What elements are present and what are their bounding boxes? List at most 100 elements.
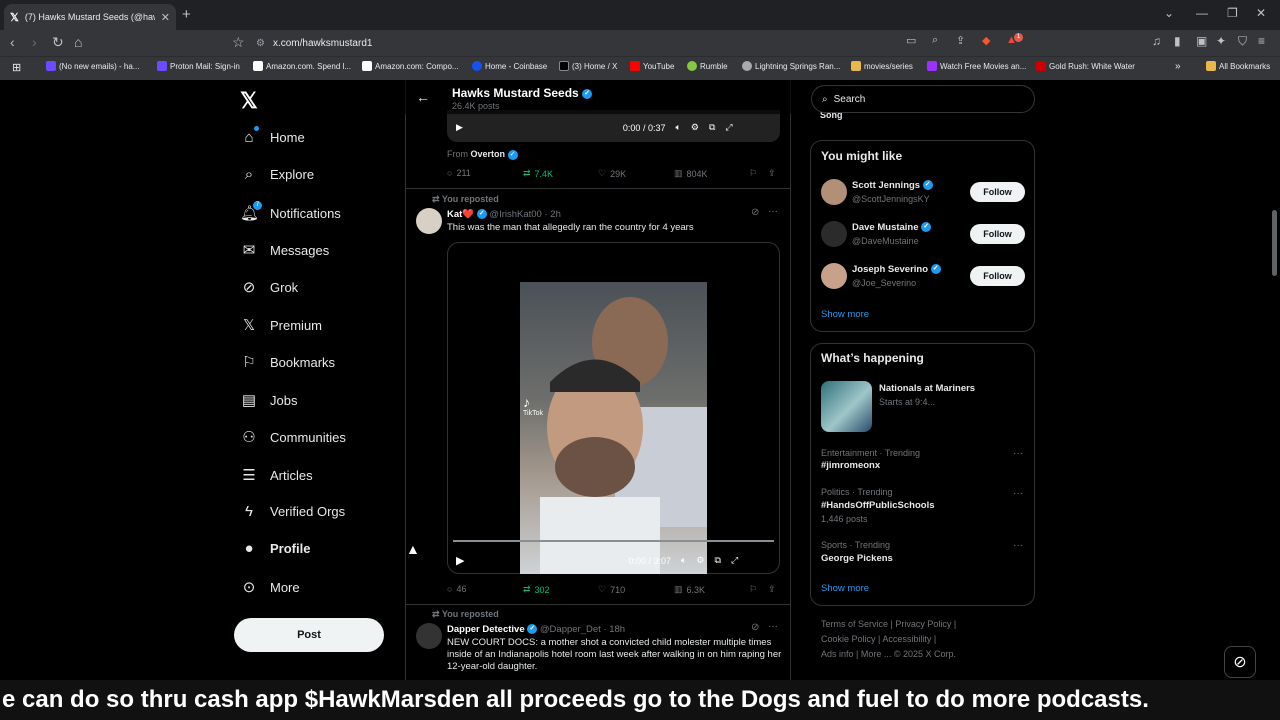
trend-topic[interactable]: #jimromeonx [821,460,880,471]
post-button[interactable]: Post [234,618,384,652]
more-dots-icon[interactable]: ··· [1013,540,1023,551]
bookmark-icon[interactable]: ⚐ [749,168,757,179]
nav-home[interactable]: ⌂ Home [240,129,304,146]
bookmark-item[interactable]: Proton Mail: Sign-in [157,61,240,71]
zoom-icon[interactable]: ⌕ [932,34,938,47]
settings-icon[interactable]: ⚙ [696,555,704,566]
tab-search-icon[interactable]: ⌄ [1164,6,1174,20]
follow-button[interactable]: Follow [970,224,1025,244]
nav-communities[interactable]: ⚇ Communities [240,428,346,446]
like-button[interactable]: ♡ 29K [598,168,626,179]
reply-button[interactable]: ○ 211 [447,168,471,178]
page-scrollbar[interactable] [1272,210,1277,276]
footer-links[interactable]: Ads info | More ... © 2025 X Corp. [821,649,956,659]
event-image[interactable] [821,381,872,432]
reload-icon[interactable]: ↻ [52,34,64,51]
bookmark-item[interactable]: YouTube [630,61,674,71]
nav-messages[interactable]: ✉ Messages [240,241,330,259]
fullscreen-icon[interactable]: ⤢ [725,122,732,133]
like-button[interactable]: ♡ 710 [598,584,625,595]
bookmark-page-icon[interactable]: ☆ [232,34,245,51]
play-icon[interactable]: ▶ [456,122,463,133]
avatar[interactable] [416,623,442,649]
suggested-name[interactable]: Scott Jennings ✓ [852,180,933,191]
footer-links[interactable]: Cookie Policy | Accessibility | [821,634,936,644]
repost-button[interactable]: ⇄ 7.4K [523,168,553,179]
nav-jobs[interactable]: ▤ Jobs [240,391,298,409]
vpn-icon[interactable]: ⛉ [1238,34,1247,49]
share-icon[interactable]: ⇪ [768,168,776,179]
suggested-name[interactable]: Dave Mustaine ✓ [852,222,932,233]
maximize-button[interactable]: ❐ [1227,6,1238,20]
footer-links[interactable]: Terms of Service | Privacy Policy | [821,619,956,629]
fullscreen-icon[interactable]: ⤢ [731,555,738,566]
from-source[interactable]: Overton [471,149,506,159]
pip-icon[interactable]: ⧉ [715,555,721,566]
nav-more[interactable]: ⊙ More [240,578,300,596]
settings-icon[interactable]: ⚙ [691,122,699,133]
sidebar-icon[interactable]: ▮ [1174,34,1181,48]
avatar[interactable] [416,208,442,234]
home-icon[interactable]: ⌂ [74,34,82,50]
bookmark-item[interactable]: Gold Rush: White Water [1036,61,1135,71]
bookmark-item[interactable]: (3) Home / X [559,61,617,71]
pip-icon[interactable]: ⧉ [709,122,715,133]
nav-explore[interactable]: ⌕ Explore [240,166,314,183]
nav-articles[interactable]: ☰ Articles [240,466,312,484]
grok-post-icon[interactable]: ⊘ [751,207,759,218]
trend-topic[interactable]: George Pickens [821,553,893,564]
reply-button[interactable]: ○ 46 [447,584,466,594]
more-dots-icon[interactable]: ··· [1013,488,1023,499]
play-icon[interactable]: ▶ [456,554,464,567]
views-button[interactable]: ▥ 6.3K [674,584,705,595]
more-dots-icon[interactable]: ··· [768,206,778,217]
post-author[interactable]: Dapper Detective ✓ @Dapper_Det · 18h [447,624,625,635]
bookmark-item[interactable]: Home - Coinbase [472,61,547,71]
cast-icon[interactable]: ▭ [906,34,916,47]
bookmark-item[interactable]: Amazon.com: Compo... [362,61,459,71]
event-title[interactable]: Nationals at Mariners [879,383,975,394]
video-progress-bar[interactable] [453,540,774,542]
bookmark-folder[interactable]: movies/series [851,61,913,71]
suggested-name[interactable]: Joseph Severino ✓ [852,264,941,275]
bookmark-item[interactable]: Watch Free Movies an... [927,61,1026,71]
follow-button[interactable]: Follow [970,266,1025,286]
bookmark-icon[interactable]: ⚐ [749,584,757,595]
tab-close-icon[interactable]: ✕ [161,11,170,24]
views-button[interactable]: ▥ 804K [674,168,708,179]
all-bookmarks[interactable]: All Bookmarks [1206,61,1270,71]
repost-button[interactable]: ⇄ 302 [523,584,550,595]
bookmark-item[interactable]: Rumble [687,61,728,71]
nav-premium[interactable]: 𝕏 Premium [240,316,322,334]
window-close-button[interactable]: ✕ [1256,6,1266,20]
browser-tab[interactable]: 𝕏 (7) Hawks Mustard Seeds (@hawksm ✕ [4,4,176,30]
grok-post-icon[interactable]: ⊘ [751,622,759,633]
more-dots-icon[interactable]: ··· [1013,448,1023,459]
bookmark-item[interactable]: (No new emails) - ha... [46,61,139,71]
brave-shield-icon[interactable]: ◆ [982,34,990,47]
nav-bookmarks[interactable]: ⚐ Bookmarks [240,353,335,371]
back-arrow-icon[interactable]: ← [416,89,430,105]
volume-icon[interactable]: 🔈︎ [675,122,680,133]
new-tab-button[interactable]: + [182,6,191,23]
apps-icon[interactable]: ⊞ [12,61,21,74]
x-logo-icon[interactable]: 𝕏 [240,88,258,114]
trend-topic[interactable]: #HandsOffPublicSchools [821,500,935,511]
nav-verified-orgs[interactable]: ϟ Verified Orgs [240,503,345,520]
bookmark-item[interactable]: Lightning Springs Ran... [742,61,840,71]
nav-grok[interactable]: ⊘ Grok [240,278,298,296]
avatar[interactable] [821,263,847,289]
more-dots-icon[interactable]: ··· [768,621,778,632]
forward-icon[interactable]: › [32,34,37,50]
more-bookmarks-icon[interactable]: » [1175,61,1181,72]
nav-profile[interactable]: ● Profile [240,540,310,557]
grok-floating-icon[interactable]: ⊘ [1224,646,1256,678]
share-icon[interactable]: ⇪ [956,34,965,47]
music-icon[interactable]: ♫ [1152,34,1161,48]
share-icon[interactable]: ⇪ [768,584,776,595]
menu-icon[interactable]: ≡ [1258,34,1265,48]
wallet-icon[interactable]: ▣ [1196,34,1207,48]
show-more-link[interactable]: Show more [821,309,869,320]
follow-button[interactable]: Follow [970,182,1025,202]
site-info-icon[interactable]: ⚙ [256,38,265,49]
